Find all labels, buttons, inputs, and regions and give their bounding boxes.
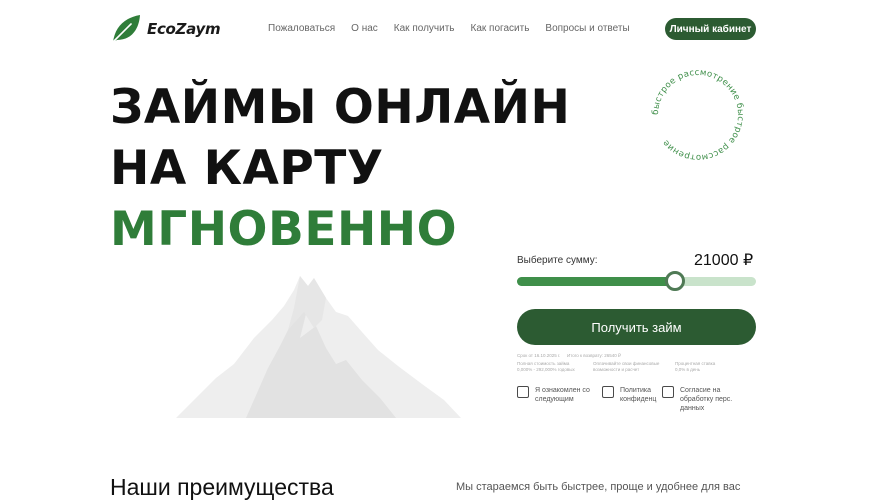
amount-slider-handle[interactable] — [664, 271, 685, 291]
consent-personal-data-label: Согласие на обработку перс. данных — [680, 387, 733, 412]
nav-faq[interactable]: Вопросы и ответы — [545, 23, 629, 34]
hero-title-line-1: ЗАЙМЫ ОНЛАЙН — [110, 80, 571, 135]
fine-print-cost: Полная стоимость займа 0,000% - 292,000%… — [517, 361, 575, 373]
logo[interactable]: EcoZaym — [109, 12, 221, 46]
fast-review-badge: быстрое рассмотрение быстрое рассмотрени… — [651, 68, 745, 162]
sum-label: Выберите сумму: — [517, 255, 598, 266]
fine-print-cost-line-2: 0,000% - 292,000% годовых — [517, 367, 575, 372]
svg-text:быстрое рассмотрение быстрое р: быстрое рассмотрение быстрое рассмотрени… — [651, 68, 745, 162]
nav-how-to-repay[interactable]: Как погасить — [471, 23, 530, 34]
fine-print-return-line: Итого к возврату: 26540 ₽ — [567, 353, 621, 358]
consent-agreement[interactable]: Я ознакомлен со следующим — [517, 386, 593, 404]
fine-print-rate-line-2: 0,0% в день — [675, 367, 701, 372]
fine-print-term: Срок от 16.10.2025 г. — [517, 353, 560, 359]
consent-agreement-label: Я ознакомлен со следующим — [535, 387, 590, 403]
fine-print-term-line-1: Срок от 16.10.2025 г. — [517, 353, 561, 358]
hero-title-line-3: МГНОВЕННО — [110, 202, 458, 257]
consent-privacy-checkbox[interactable] — [602, 386, 614, 398]
brand-name: EcoZaym — [147, 20, 221, 38]
badge-text: быстрое рассмотрение быстрое рассмотрени… — [651, 68, 745, 162]
personal-account-button[interactable]: Личный кабинет — [665, 18, 756, 40]
consent-personal-data[interactable]: Согласие на обработку перс. данных — [662, 386, 744, 413]
fine-print-options-line-2: возможности и расчет — [593, 367, 640, 372]
advantages-text: Мы стараемся быть быстрее, проще и удобн… — [456, 481, 741, 493]
consent-personal-data-checkbox[interactable] — [662, 386, 674, 398]
fine-print-return: Итого к возврату: 26540 ₽ — [567, 353, 621, 359]
main-nav: Пожаловаться О нас Как получить Как пога… — [268, 23, 646, 34]
get-loan-button[interactable]: Получить займ — [517, 309, 756, 345]
amount-slider[interactable] — [517, 271, 756, 291]
sum-value: 21000 ₽ — [694, 252, 754, 269]
fine-print-rate: Процентная ставка 0,0% в день — [675, 361, 715, 373]
leaf-icon — [112, 15, 140, 43]
nav-complain[interactable]: Пожаловаться — [268, 23, 335, 34]
nav-about[interactable]: О нас — [351, 23, 378, 34]
consent-privacy[interactable]: Политика конфиденц — [602, 386, 666, 404]
fine-print-options: Оплачивайте свои финансовые возможности … — [593, 361, 659, 373]
amount-slider-fill — [517, 277, 675, 286]
consent-agreement-checkbox[interactable] — [517, 386, 529, 398]
mountain-illustration — [176, 276, 461, 418]
nav-how-to-get[interactable]: Как получить — [394, 23, 455, 34]
advantages-title: Наши преимущества — [110, 474, 334, 500]
consent-privacy-label: Политика конфиденц — [620, 387, 657, 403]
hero-title-line-2: НА КАРТУ — [110, 141, 384, 196]
